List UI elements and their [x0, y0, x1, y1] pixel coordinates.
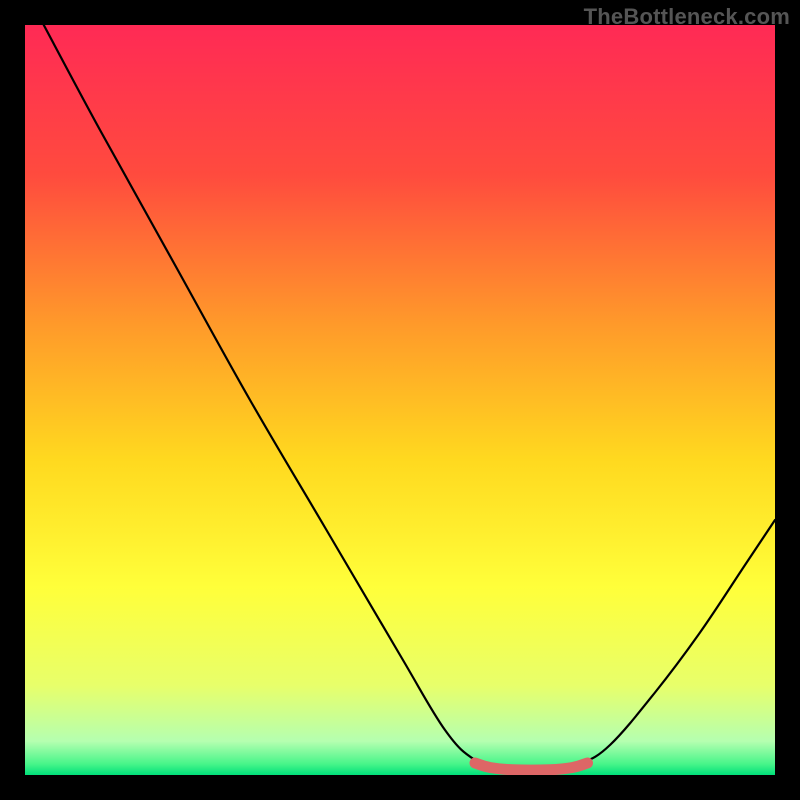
chart-frame: TheBottleneck.com	[0, 0, 800, 800]
plot-area	[25, 25, 775, 775]
watermark-text: TheBottleneck.com	[584, 4, 790, 30]
chart-background	[25, 25, 775, 775]
chart-svg	[25, 25, 775, 775]
